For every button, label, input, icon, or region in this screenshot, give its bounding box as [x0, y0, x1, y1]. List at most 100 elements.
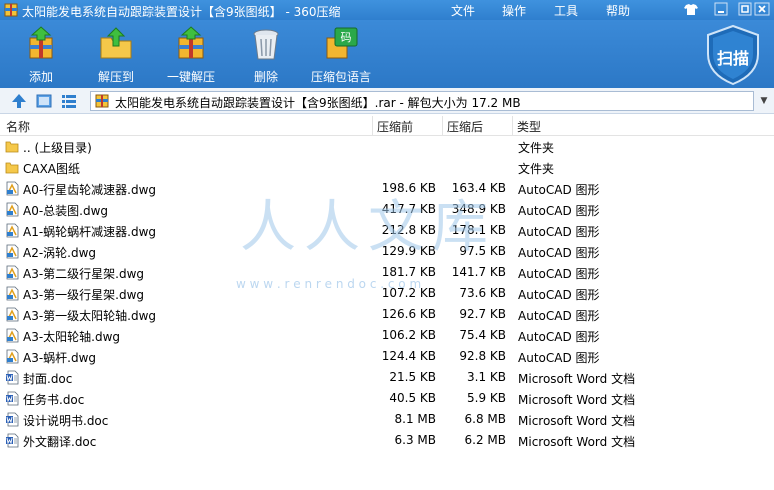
- file-row[interactable]: 外文翻译.doc 6.3 MB 6.2 MB Microsoft Word 文档: [0, 430, 774, 451]
- app-icon: [4, 3, 18, 17]
- menu-help[interactable]: 帮助: [606, 2, 630, 19]
- file-type: AutoCAD 图形: [518, 225, 600, 239]
- archive-language-button[interactable]: 码 压缩包语言: [306, 26, 376, 84]
- skin-shirt-icon[interactable]: [680, 1, 702, 18]
- folder-icon: [5, 139, 19, 154]
- file-compressed-size: 163.4 KB: [451, 181, 506, 195]
- file-name: A3-第一级行星架.dwg: [23, 288, 145, 302]
- archive-path-field[interactable]: 太阳能发电系统自动跟踪装置设计【含9张图纸】.rar - 解包大小为 17.2 …: [90, 91, 754, 111]
- add-label: 添加: [28, 70, 53, 84]
- path-dropdown-icon[interactable]: ▼: [756, 92, 772, 110]
- word-doc-icon: [5, 391, 19, 406]
- file-row[interactable]: A1-蜗轮蜗杆减速器.dwg 212.8 KB 178.1 KB AutoCAD 图形: [0, 220, 774, 241]
- file-compressed-size: 6.8 MB: [464, 412, 506, 426]
- minimize-icon[interactable]: [710, 1, 732, 18]
- archive-path-text: 太阳能发电系统自动跟踪装置设计【含9张图纸】.rar - 解包大小为 17.2 …: [115, 96, 521, 110]
- window-title: 太阳能发电系统自动跟踪装置设计【含9张图纸】 - 360压缩: [22, 5, 341, 19]
- menu-tools[interactable]: 工具: [554, 2, 578, 19]
- extract-to-button[interactable]: 解压到: [81, 26, 151, 84]
- file-name: 外文翻译.doc: [23, 435, 97, 449]
- archive-language-label: 压缩包语言: [310, 70, 371, 84]
- file-row[interactable]: A2-涡轮.dwg 129.9 KB 97.5 KB AutoCAD 图形: [0, 241, 774, 262]
- scan-button[interactable]: 扫描: [704, 24, 762, 86]
- file-row[interactable]: CAXA图纸 文件夹: [0, 157, 774, 178]
- up-arrow-icon[interactable]: [10, 92, 28, 110]
- file-original-size: 21.5 KB: [389, 370, 436, 384]
- file-type: AutoCAD 图形: [518, 204, 600, 218]
- file-name: 封面.doc: [23, 372, 73, 386]
- autocad-file-icon: [5, 286, 19, 301]
- file-type: AutoCAD 图形: [518, 183, 600, 197]
- add-button[interactable]: 添加: [6, 26, 76, 84]
- delete-label: 删除: [253, 70, 278, 84]
- svg-text:码: 码: [341, 31, 352, 44]
- file-original-size: 40.5 KB: [389, 391, 436, 405]
- list-view-icon[interactable]: [60, 92, 78, 110]
- delete-button[interactable]: 删除: [231, 26, 301, 84]
- file-row[interactable]: A3-太阳轮轴.dwg 106.2 KB 75.4 KB AutoCAD 图形: [0, 325, 774, 346]
- one-click-extract-icon: [178, 26, 204, 59]
- file-original-size: 107.2 KB: [381, 286, 436, 300]
- file-name: CAXA图纸: [23, 162, 81, 176]
- autocad-file-icon: [5, 328, 19, 343]
- file-compressed-size: 92.8 KB: [459, 349, 506, 363]
- column-type[interactable]: 类型: [517, 118, 541, 135]
- column-size[interactable]: 压缩前: [377, 118, 413, 135]
- file-original-size: 181.7 KB: [381, 265, 436, 279]
- file-row[interactable]: 设计说明书.doc 8.1 MB 6.8 MB Microsoft Word 文档: [0, 409, 774, 430]
- archive-file-icon: [95, 94, 109, 108]
- file-original-size: 8.1 MB: [394, 412, 436, 426]
- file-type: AutoCAD 图形: [518, 246, 600, 260]
- menu-operation[interactable]: 操作: [502, 2, 526, 19]
- file-original-size: 417.7 KB: [381, 202, 436, 216]
- menu-file[interactable]: 文件: [451, 2, 475, 19]
- file-row[interactable]: .. (上级目录) 文件夹: [0, 136, 774, 157]
- extract-folder-icon: [100, 27, 132, 59]
- file-type: AutoCAD 图形: [518, 309, 600, 323]
- file-name: A0-总装图.dwg: [23, 204, 109, 218]
- file-compressed-size: 3.1 KB: [467, 370, 506, 384]
- file-name: 任务书.doc: [23, 393, 85, 407]
- file-row[interactable]: A3-第一级太阳轮轴.dwg 126.6 KB 92.7 KB AutoCAD 图形: [0, 304, 774, 325]
- file-original-size: 6.3 MB: [394, 433, 436, 447]
- file-row[interactable]: A3-第二级行星架.dwg 181.7 KB 141.7 KB AutoCAD 图形: [0, 262, 774, 283]
- word-doc-icon: [5, 433, 19, 448]
- file-name: A0-行星齿轮减速器.dwg: [23, 183, 157, 197]
- file-name: A3-第一级太阳轮轴.dwg: [23, 309, 157, 323]
- file-row[interactable]: A0-总装图.dwg 417.7 KB 348.9 KB AutoCAD 图形: [0, 199, 774, 220]
- file-compressed-size: 5.9 KB: [467, 391, 506, 405]
- file-compressed-size: 178.1 KB: [451, 223, 506, 237]
- thumbnail-view-icon[interactable]: [35, 92, 53, 110]
- file-compressed-size: 141.7 KB: [451, 265, 506, 279]
- file-compressed-size: 73.6 KB: [459, 286, 506, 300]
- archive-language-icon: 码: [326, 27, 358, 59]
- file-row[interactable]: 封面.doc 21.5 KB 3.1 KB Microsoft Word 文档: [0, 367, 774, 388]
- file-row[interactable]: A3-第一级行星架.dwg 107.2 KB 73.6 KB AutoCAD 图形: [0, 283, 774, 304]
- column-name[interactable]: 名称: [6, 118, 30, 135]
- autocad-file-icon: [5, 307, 19, 322]
- one-click-extract-button[interactable]: 一键解压: [156, 26, 226, 84]
- trash-icon: [253, 29, 279, 60]
- file-type: Microsoft Word 文档: [518, 435, 636, 449]
- file-type: Microsoft Word 文档: [518, 372, 636, 386]
- file-type: AutoCAD 图形: [518, 330, 600, 344]
- file-row[interactable]: A0-行星齿轮减速器.dwg 198.6 KB 163.4 KB AutoCAD 图形: [0, 178, 774, 199]
- column-header: 名称 压缩前 压缩后 类型: [0, 116, 774, 136]
- title-bar: 太阳能发电系统自动跟踪装置设计【含9张图纸】 - 360压缩 文件 操作 工具 …: [0, 0, 774, 20]
- file-name: A3-第二级行星架.dwg: [23, 267, 145, 281]
- file-name: A3-太阳轮轴.dwg: [23, 330, 121, 344]
- file-type: AutoCAD 图形: [518, 267, 600, 281]
- autocad-file-icon: [5, 181, 19, 196]
- file-row[interactable]: A3-蜗杆.dwg 124.4 KB 92.8 KB AutoCAD 图形: [0, 346, 774, 367]
- file-row[interactable]: 任务书.doc 40.5 KB 5.9 KB Microsoft Word 文档: [0, 388, 774, 409]
- column-compressed[interactable]: 压缩后: [447, 118, 483, 135]
- file-type: Microsoft Word 文档: [518, 414, 636, 428]
- autocad-file-icon: [5, 265, 19, 280]
- file-name: .. (上级目录): [23, 141, 92, 155]
- close-icon[interactable]: [752, 1, 774, 18]
- file-original-size: 212.8 KB: [381, 223, 436, 237]
- file-name: A2-涡轮.dwg: [23, 246, 97, 260]
- file-type: AutoCAD 图形: [518, 288, 600, 302]
- file-compressed-size: 97.5 KB: [459, 244, 506, 258]
- file-compressed-size: 348.9 KB: [451, 202, 506, 216]
